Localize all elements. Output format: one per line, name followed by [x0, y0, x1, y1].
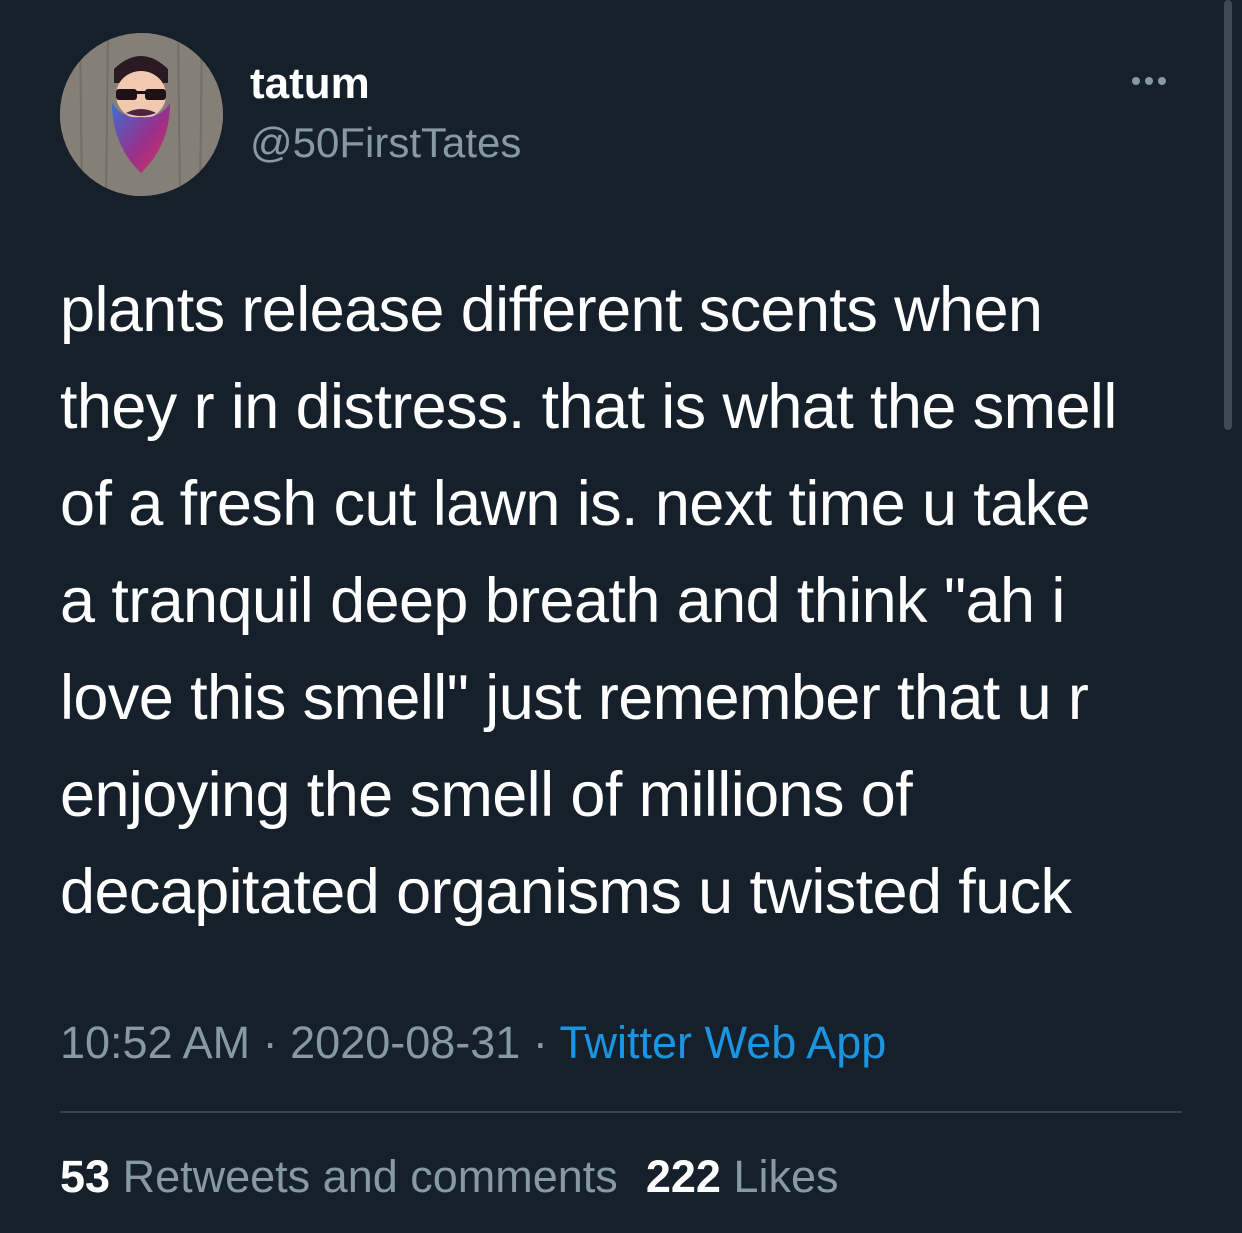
tweet-metadata: 10:52 AM · 2020-08-31 · Twitter Web App	[60, 1015, 886, 1071]
tweet-text: plants release different scents when the…	[60, 275, 1117, 927]
avatar[interactable]	[60, 33, 223, 196]
likes-label: Likes	[733, 1151, 839, 1202]
scrollbar-thumb[interactable]	[1224, 0, 1232, 430]
retweets-count: 53	[60, 1151, 111, 1202]
more-horizontal-icon-dot	[1158, 77, 1166, 85]
bearded-man-with-sunglasses-avatar-icon	[60, 33, 223, 196]
tweet-time[interactable]: 10:52 AM	[60, 1017, 250, 1068]
more-horizontal-icon	[1132, 77, 1140, 85]
more-horizontal-icon-dot	[1145, 77, 1153, 85]
meta-separator: ·	[520, 1017, 560, 1068]
author-handle[interactable]: @50FirstTates	[250, 117, 521, 169]
author-display-name[interactable]: tatum	[250, 58, 370, 110]
tweet-stats: 53 Retweets and comments 222 Likes	[60, 1149, 838, 1205]
retweets-label: Retweets and comments	[122, 1151, 618, 1202]
meta-separator: ·	[250, 1017, 291, 1068]
likes-stat[interactable]: 222 Likes	[646, 1151, 839, 1202]
more-options-button[interactable]	[1116, 66, 1182, 96]
tweet-date[interactable]: 2020-08-31	[290, 1017, 520, 1068]
divider	[60, 1111, 1182, 1113]
tweet-source-link[interactable]: Twitter Web App	[560, 1017, 887, 1068]
likes-count: 222	[645, 1151, 721, 1202]
tweet-detail: tatum @50FirstTates plants release diffe…	[0, 0, 1242, 1233]
retweets-stat[interactable]: 53 Retweets and comments	[60, 1151, 618, 1202]
